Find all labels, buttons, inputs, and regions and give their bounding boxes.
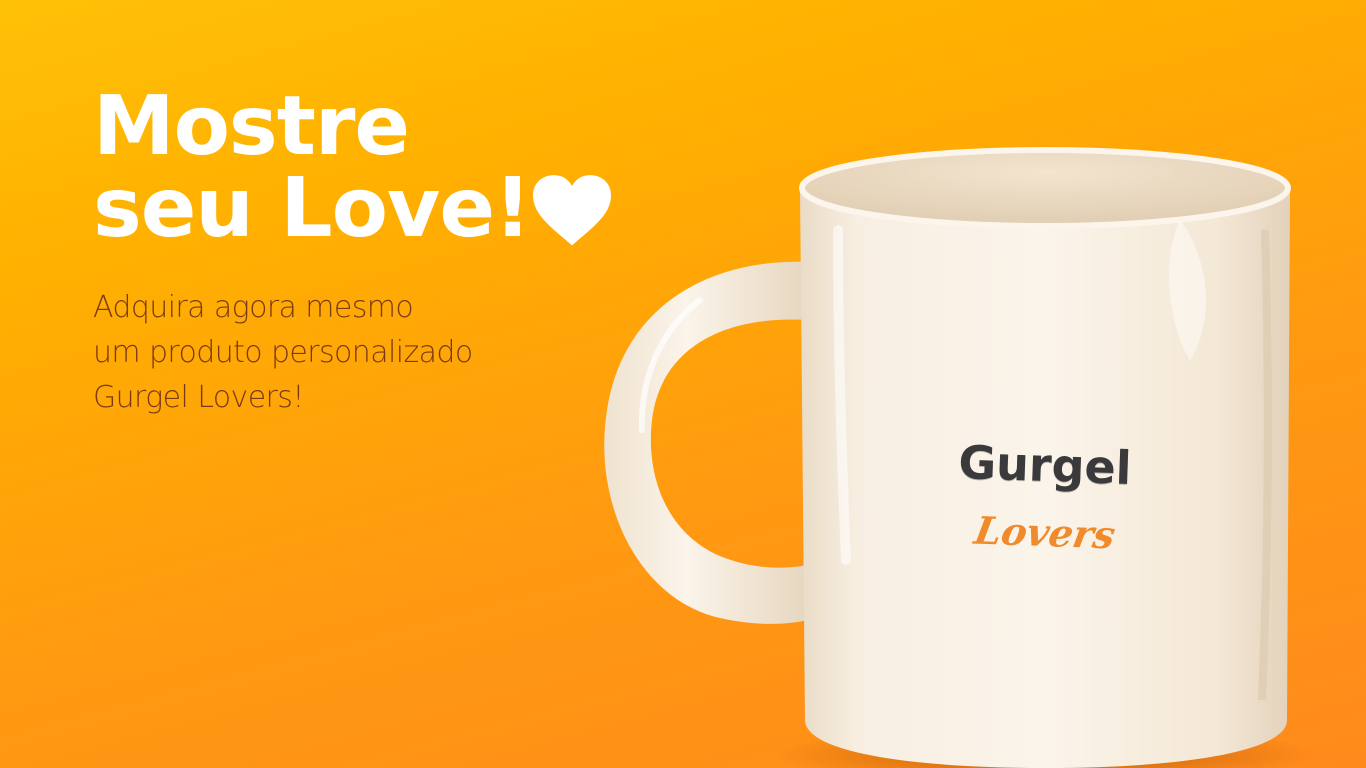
headline: Mostre seu Love! (93, 79, 531, 256)
mug-tagline-text: Lovers (971, 507, 1119, 558)
description-line-2: um produto personalizado (93, 335, 473, 370)
description-line-3: Gurgel Lovers! (93, 380, 304, 415)
headline-line-1: Mostre (93, 79, 410, 174)
promo-description: Adquira agora mesmo um produto personali… (93, 285, 473, 420)
description-line-1: Adquira agora mesmo (93, 290, 414, 325)
promo-banner: Mostre seu Love! Adquira agora mesmo um … (0, 0, 1366, 768)
mug-brand-text: Gurgel (957, 434, 1133, 496)
headline-line-2: seu Love! (93, 161, 531, 256)
